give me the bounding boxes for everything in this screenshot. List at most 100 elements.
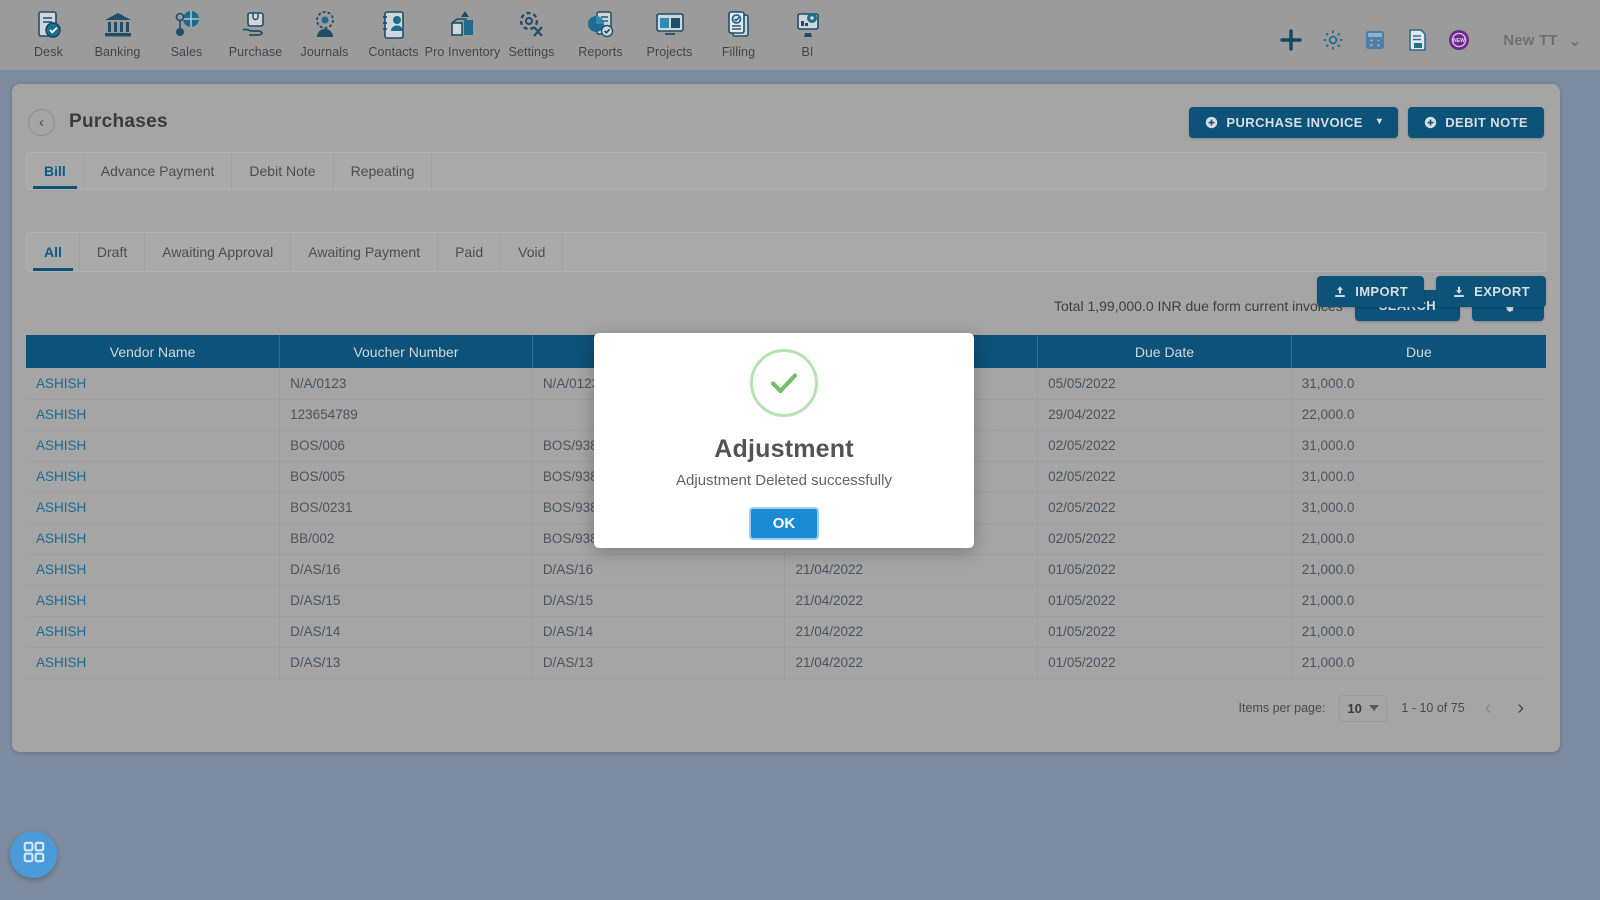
cell-vendor[interactable]: ASHISH — [26, 585, 281, 617]
new-badge-icon[interactable]: NEW — [1447, 28, 1471, 52]
col-header-due[interactable]: Due — [1291, 335, 1546, 368]
cell-vendor[interactable]: ASHISH — [26, 399, 281, 431]
import-button[interactable]: IMPORT — [1317, 276, 1425, 307]
col-header-vendor-name[interactable]: Vendor Name — [26, 335, 281, 368]
cell-vendor[interactable]: ASHISH — [26, 523, 281, 555]
nav-item-bi[interactable]: BI — [773, 6, 842, 59]
top-nav-right-actions: + − × ÷ NEW New TT ⌄ — [1279, 6, 1586, 52]
gear-icon[interactable] — [1321, 28, 1345, 52]
cell-voucher: BB/002 — [279, 523, 533, 555]
nav-item-journals[interactable]: Journals — [290, 6, 359, 59]
items-per-page-select[interactable]: 10 — [1339, 694, 1388, 722]
cell-due: 21,000.0 — [1291, 616, 1546, 648]
user-menu[interactable]: New TT ⌄ — [1503, 32, 1582, 49]
table-row[interactable]: ASHISH D/AS/14 D/AS/14 21/04/2022 01/05/… — [26, 616, 1546, 648]
filter-label: Paid — [455, 244, 484, 260]
nav-label: Pro Inventory — [424, 45, 501, 59]
items-per-page-value: 10 — [1347, 700, 1362, 716]
back-button[interactable]: ‹ — [28, 108, 55, 136]
cell-voucher: 123654789 — [279, 399, 533, 431]
filter-label: Draft — [96, 244, 128, 260]
table-row[interactable]: ASHISH D/AS/13 D/AS/13 21/04/2022 01/05/… — [26, 647, 1546, 679]
filter-tab-awaiting-approval[interactable]: Awaiting Approval — [145, 233, 292, 271]
cell-vendor[interactable]: ASHISH — [26, 616, 281, 648]
cell-due-date: 29/04/2022 — [1037, 399, 1292, 431]
inventory-icon — [446, 8, 480, 42]
plus-icon[interactable] — [1279, 28, 1303, 52]
cell-due-date: 02/05/2022 — [1037, 461, 1292, 493]
purchase-invoice-button[interactable]: PURCHASE INVOICE ▾ — [1189, 106, 1399, 138]
success-dialog: Adjustment Adjustment Deleted successful… — [594, 333, 974, 548]
nav-label: BI — [801, 45, 814, 59]
filter-tab-void[interactable]: Void — [501, 233, 564, 271]
cell-voucher: D/AS/14 — [279, 616, 533, 648]
col-header-voucher-number[interactable]: Voucher Number — [279, 335, 533, 368]
cell-vendor[interactable]: ASHISH — [26, 461, 281, 493]
nav-label: Journals — [300, 45, 349, 59]
nav-item-reports[interactable]: Reports — [566, 6, 635, 59]
cell-vendor[interactable]: ASHISH — [26, 430, 281, 462]
dialog-message: Adjustment Deleted successfully — [676, 472, 892, 489]
tab-label: Debit Note — [249, 163, 316, 179]
nav-item-contacts[interactable]: Contacts — [359, 6, 428, 59]
filter-tab-draft[interactable]: Draft — [80, 233, 146, 271]
apps-fab-button[interactable] — [10, 831, 57, 878]
nav-item-purchase[interactable]: Purchase — [221, 6, 290, 59]
filter-tab-paid[interactable]: Paid — [438, 233, 502, 271]
cell-vendor[interactable]: ASHISH — [26, 554, 281, 586]
debit-note-button[interactable]: DEBIT NOTE — [1408, 106, 1544, 138]
cell-vendor[interactable]: ASHISH — [26, 368, 281, 400]
status-filter-tabs: All Draft Awaiting Approval Awaiting Pay… — [26, 232, 1546, 272]
projects-icon — [653, 8, 687, 42]
tab-debit-note[interactable]: Debit Note — [232, 153, 334, 189]
export-label: EXPORT — [1474, 284, 1530, 299]
tab-bill[interactable]: Bill — [27, 153, 84, 189]
cell-vendor[interactable]: ASHISH — [26, 647, 281, 679]
cell-due: 31,000.0 — [1291, 461, 1546, 493]
dialog-ok-button[interactable]: OK — [749, 507, 819, 540]
notes-icon[interactable] — [1405, 28, 1429, 52]
calculator-icon[interactable]: + − × ÷ — [1363, 28, 1387, 52]
nav-item-desk[interactable]: Desk — [14, 6, 83, 59]
tab-repeating[interactable]: Repeating — [334, 153, 433, 189]
tabs-filler — [432, 153, 1545, 189]
filter-tab-awaiting-payment[interactable]: Awaiting Payment — [291, 233, 439, 271]
col-header-due-date[interactable]: Due Date — [1037, 335, 1292, 368]
table-row[interactable]: ASHISH D/AS/15 D/AS/15 21/04/2022 01/05/… — [26, 585, 1546, 617]
card-header: ‹ Purchases PURCHASE INVOICE ▾ DEBIT NOT… — [26, 102, 1546, 142]
purchase-icon — [239, 8, 273, 42]
desk-icon — [32, 8, 66, 42]
nav-label: Filling — [721, 45, 756, 59]
nav-item-filling[interactable]: Filling — [704, 6, 773, 59]
cell-voucher: D/AS/15 — [279, 585, 533, 617]
nav-item-projects[interactable]: Projects — [635, 6, 704, 59]
chevron-down-icon: ▾ — [1376, 116, 1383, 127]
filter-label: All — [44, 244, 62, 260]
filter-tab-all[interactable]: All — [27, 233, 80, 271]
table-row[interactable]: ASHISH D/AS/16 D/AS/16 21/04/2022 01/05/… — [26, 554, 1546, 586]
journals-icon — [308, 8, 342, 42]
sales-icon — [170, 8, 204, 42]
svg-text:÷: ÷ — [1377, 43, 1380, 49]
tab-advance-payment[interactable]: Advance Payment — [84, 153, 233, 189]
cell-voucher: D/AS/13 — [279, 647, 533, 679]
page-range-label: 1 - 10 of 75 — [1401, 701, 1465, 715]
download-icon — [1452, 285, 1466, 299]
export-button[interactable]: EXPORT — [1436, 276, 1546, 307]
nav-item-pro-inventory[interactable]: Pro Inventory — [425, 6, 500, 59]
previous-page-button[interactable]: ‹ — [1479, 698, 1498, 718]
cell-vendor[interactable]: ASHISH — [26, 492, 281, 524]
cell-invoice-date: 21/04/2022 — [784, 616, 1039, 648]
cell-due: 31,000.0 — [1291, 492, 1546, 524]
svg-text:NEW: NEW — [1453, 38, 1465, 44]
cell-due-date: 02/05/2022 — [1037, 523, 1292, 555]
nav-label: Banking — [94, 45, 141, 59]
total-due-label: Total 1,99,000.0 INR due form current in… — [1054, 297, 1343, 314]
nav-item-settings[interactable]: Settings — [497, 6, 566, 59]
filling-icon — [722, 8, 756, 42]
nav-item-sales[interactable]: Sales — [152, 6, 221, 59]
nav-item-banking[interactable]: Banking — [83, 6, 152, 59]
next-page-button[interactable]: › — [1511, 698, 1530, 718]
debit-note-label: DEBIT NOTE — [1445, 114, 1528, 130]
cell-due: 21,000.0 — [1291, 647, 1546, 679]
